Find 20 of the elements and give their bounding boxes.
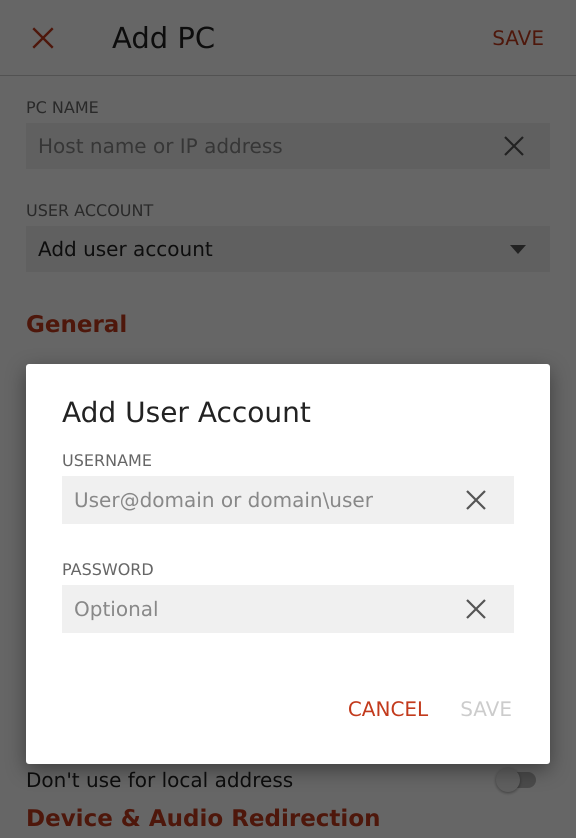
field-label: PC NAME (26, 98, 100, 117)
field-label: USER ACCOUNT (26, 201, 154, 220)
screen-title: Add PC (112, 20, 216, 54)
account-dropdown[interactable]: Add user account (26, 226, 550, 272)
clear-icon[interactable] (464, 597, 488, 621)
clear-icon[interactable] (464, 488, 488, 512)
field-label: USERNAME (62, 451, 153, 470)
close-icon[interactable] (30, 24, 56, 50)
field-label: PASSWORD (62, 560, 155, 579)
section-heading: General (26, 312, 128, 338)
setting-label: Don't use for local address (26, 768, 294, 792)
dialog-title: Add User Account (62, 396, 312, 429)
dropdown-arrow-icon (510, 244, 526, 254)
save-button[interactable]: SAVE (488, 22, 548, 54)
section-heading: Device & Audio Redirection (26, 806, 382, 832)
dialog-button[interactable]: CANCEL (338, 691, 438, 727)
input-field[interactable]: User@domain or domain\user (62, 476, 514, 524)
clear-icon[interactable] (502, 134, 526, 158)
input-field[interactable]: Optional (62, 585, 514, 633)
toggle-thumb[interactable] (496, 768, 520, 792)
